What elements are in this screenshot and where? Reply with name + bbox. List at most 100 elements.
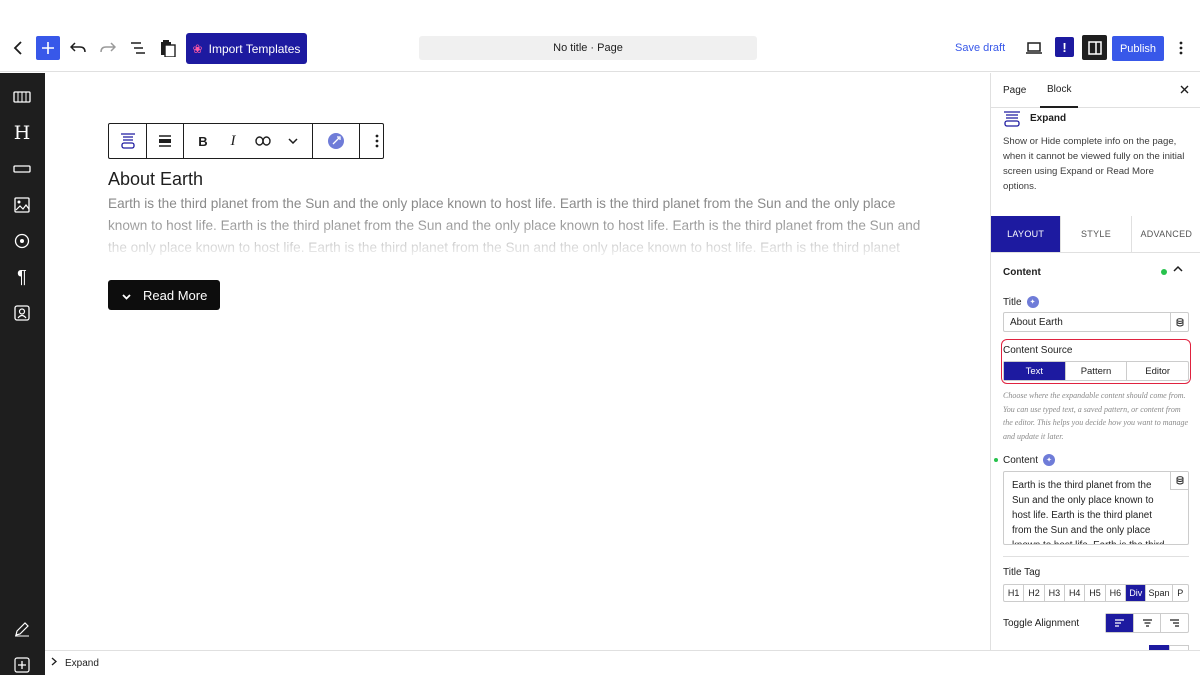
dynamic-data-icon[interactable]	[1170, 313, 1188, 331]
breadcrumb-item-expand[interactable]: Expand	[65, 658, 99, 669]
settings-panel-icon[interactable]	[1082, 35, 1107, 60]
title-label: Title	[1003, 296, 1022, 308]
title-label-row: Title ✦	[1003, 296, 1039, 308]
divider	[1003, 556, 1189, 557]
add-block-button[interactable]	[36, 36, 60, 60]
add-icon[interactable]	[12, 655, 32, 675]
tag-div[interactable]: Div	[1125, 585, 1146, 601]
tag-p[interactable]: P	[1171, 585, 1188, 601]
document-title-bar[interactable]: No title · Page	[419, 36, 757, 60]
more-options-icon[interactable]	[360, 124, 394, 158]
toggle-alignment-label: Toggle Alignment	[1003, 618, 1080, 629]
save-draft-button[interactable]: Save draft	[955, 36, 1005, 60]
left-block-bar: H ¶	[0, 73, 45, 675]
toolbar-group-align	[147, 124, 184, 158]
tag-span[interactable]: Span	[1145, 585, 1171, 601]
tag-h5[interactable]: H5	[1084, 585, 1104, 601]
ai-assistant-icon[interactable]	[313, 124, 359, 158]
tag-h2[interactable]: H2	[1023, 585, 1043, 601]
chevron-down-icon	[122, 288, 131, 303]
expand-block-icon[interactable]	[109, 124, 146, 158]
tag-h6[interactable]: H6	[1104, 585, 1125, 601]
status-dot	[1161, 269, 1167, 275]
document-overview-icon[interactable]	[128, 38, 148, 58]
expand-block-icon	[1003, 111, 1021, 127]
ai-icon[interactable]: ✦	[1043, 454, 1056, 466]
tab-page[interactable]: Page	[1003, 73, 1026, 108]
read-more-button[interactable]: Read More	[108, 280, 220, 310]
tab-block[interactable]: Block	[1040, 73, 1079, 108]
title-input[interactable]: About Earth	[1003, 312, 1189, 332]
tag-h3[interactable]: H3	[1043, 585, 1064, 601]
editor-canvas[interactable]: B I About Earth Earth is the third plane…	[45, 73, 990, 650]
button-block-icon[interactable]	[12, 159, 32, 179]
preview-icon[interactable]	[1024, 38, 1044, 58]
toolbar-group-more	[360, 124, 394, 158]
toggle-alignment-selector	[1105, 613, 1189, 633]
content-source-pattern[interactable]: Pattern	[1064, 362, 1127, 380]
slider-block-icon[interactable]	[12, 87, 32, 107]
chevron-right-icon	[51, 657, 57, 669]
import-templates-button[interactable]: ❀ Import Templates	[186, 33, 307, 64]
align-left-icon[interactable]	[1106, 614, 1133, 632]
edit-icon[interactable]	[12, 619, 32, 639]
redo-icon[interactable]	[98, 38, 118, 58]
undo-icon[interactable]	[68, 38, 88, 58]
chevron-up-icon[interactable]	[1173, 264, 1183, 275]
paragraph-block-icon[interactable]: ¶	[12, 267, 32, 287]
import-templates-label: Import Templates	[208, 41, 301, 56]
align-right-icon[interactable]	[1160, 614, 1188, 632]
align-icon[interactable]	[147, 124, 183, 158]
tab-style[interactable]: STYLE	[1060, 216, 1130, 252]
align-center-icon[interactable]	[1132, 614, 1161, 632]
close-icon[interactable]	[1180, 81, 1189, 97]
tab-layout[interactable]: LAYOUT	[991, 216, 1061, 252]
content-source-help: Choose where the expandable content shou…	[1003, 391, 1189, 441]
content-source-text[interactable]: Text	[1004, 362, 1065, 380]
content-textarea[interactable]: Earth is the third planet from the Sun a…	[1003, 471, 1189, 545]
top-toolbar: ❀ Import Templates No title · Page Save …	[0, 0, 1200, 72]
block-toolbar: B I	[108, 123, 384, 159]
settings-sidebar: Page Block Expand Show or Hide complete …	[990, 73, 1200, 650]
tab-advanced[interactable]: ADVANCED	[1130, 216, 1200, 252]
templates-logo-icon: ❀	[192, 41, 203, 56]
target-block-icon[interactable]	[12, 231, 32, 251]
alert-icon[interactable]: !	[1055, 37, 1074, 57]
chevron-down-icon[interactable]	[278, 124, 308, 158]
ai-icon[interactable]: ✦	[1026, 296, 1039, 308]
italic-button[interactable]: I	[218, 124, 248, 158]
tag-h1[interactable]: H1	[1004, 585, 1023, 601]
link-icon[interactable]	[248, 124, 278, 158]
document-title: No title · Page	[553, 42, 623, 54]
tag-h4[interactable]: H4	[1064, 585, 1084, 601]
bold-button[interactable]: B	[188, 124, 218, 158]
sidebar-tabs: Page Block	[991, 73, 1200, 108]
title-tag-selector: H1 H2 H3 H4 H5 H6 Div Span P	[1003, 584, 1189, 602]
breadcrumb: Expand	[45, 650, 1200, 675]
title-input-value: About Earth	[1010, 316, 1063, 328]
toolbar-group-block	[109, 124, 147, 158]
content-textarea-value: Earth is the third planet from the Sun a…	[1012, 480, 1164, 544]
clipboard-icon[interactable]	[158, 38, 178, 58]
next-control-peek	[1149, 645, 1189, 650]
dynamic-data-icon[interactable]	[1170, 472, 1188, 490]
publish-button[interactable]: Publish	[1112, 36, 1164, 61]
content-source-label: Content Source	[1003, 345, 1073, 356]
block-name: Expand	[1030, 113, 1067, 124]
expand-title[interactable]: About Earth	[108, 169, 203, 190]
expand-content-text[interactable]: Earth is the third planet from the Sun a…	[108, 193, 928, 255]
read-more-label: Read More	[143, 287, 208, 303]
panel-tabs: LAYOUT STYLE ADVANCED	[991, 216, 1200, 253]
heading-block-icon[interactable]: H	[12, 122, 32, 144]
image-block-icon[interactable]	[12, 195, 32, 215]
block-description: Show or Hide complete info on the page, …	[1003, 136, 1185, 192]
options-icon[interactable]	[1174, 38, 1188, 58]
profile-block-icon[interactable]	[12, 303, 32, 323]
status-dot	[994, 458, 998, 462]
content-source-selector: Text Pattern Editor	[1003, 361, 1189, 381]
content-source-editor[interactable]: Editor	[1126, 362, 1188, 380]
content-label: Content	[1003, 454, 1039, 466]
content-section-title[interactable]: Content	[1003, 267, 1041, 278]
toolbar-group-format: B I	[184, 124, 313, 158]
back-icon[interactable]	[10, 38, 26, 58]
